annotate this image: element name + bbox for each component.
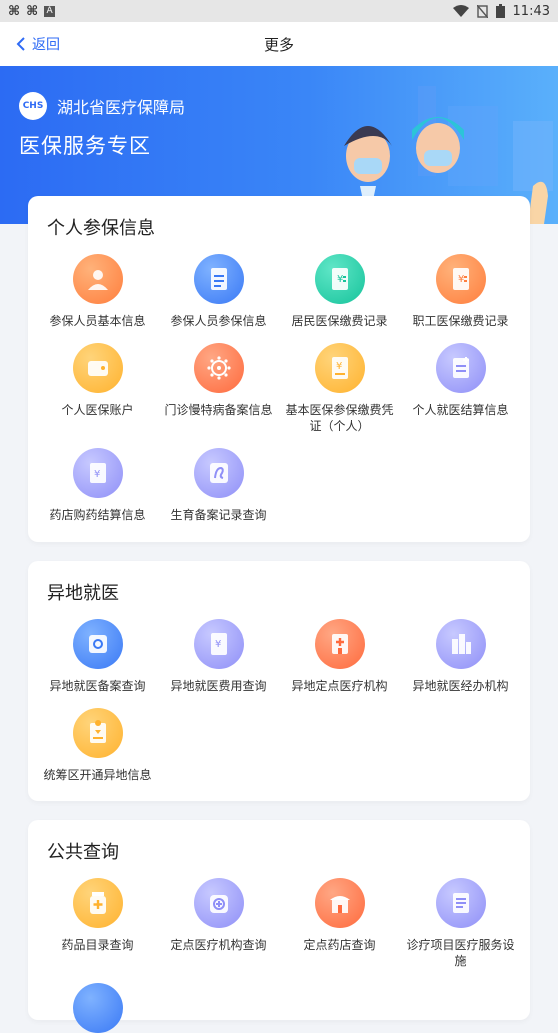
settlement-icon <box>435 343 486 393</box>
grid-item-label: 个人就医结算信息 <box>412 403 509 417</box>
grid-item-resident-payment[interactable]: ¥ 居民医保缴费记录 <box>279 254 400 329</box>
svg-text:¥: ¥ <box>94 469 100 480</box>
person-icon <box>72 254 123 304</box>
section-title: 公共查询 <box>47 842 119 863</box>
birth-icon <box>193 448 244 498</box>
building-icon <box>435 619 486 669</box>
grid-item-label: 生育备案记录查询 <box>170 508 267 522</box>
wallet-icon <box>72 343 123 393</box>
grid-item-coordination-area[interactable]: 统筹区开通异地信息 <box>37 708 158 783</box>
grid-item-basic-info[interactable]: 参保人员基本信息 <box>37 254 158 329</box>
hospital-icon <box>314 619 365 669</box>
list-icon <box>435 878 486 928</box>
grid-item-designated-institution[interactable]: 定点医疗机构查询 <box>158 878 279 969</box>
svg-text:¥: ¥ <box>336 361 342 372</box>
grid-item-remote-hospital[interactable]: 异地定点医疗机构 <box>279 619 400 694</box>
org-name: 湖北省医疗保障局 <box>57 98 186 117</box>
grid-item-label: 药店购药结算信息 <box>49 508 146 522</box>
status-time: 11:43 <box>512 3 550 19</box>
grid-item-label: 个人医保账户 <box>61 403 134 417</box>
svg-text:¥: ¥ <box>337 274 343 285</box>
grid-item-label: 参保人员参保信息 <box>170 314 267 328</box>
grid-item-remote-agency[interactable]: 异地就医经办机构 <box>400 619 521 694</box>
section-card-public: 公共查询 药品目录查询 定点医疗机构查询 定点药店查询 诊疗项目医疗服务设施 <box>28 820 530 1033</box>
nav-bar: 返回 更多 <box>0 22 558 66</box>
back-button[interactable]: 返回 <box>16 22 60 66</box>
grid-item-designated-pharmacy[interactable]: 定点药店查询 <box>279 878 400 969</box>
section-grid: 异地就医备案查询 ¥ 异地就医费用查询 异地定点医疗机构 异地就医经办机构 统筹… <box>28 619 530 783</box>
medicine-icon <box>72 878 123 928</box>
section-card-personal: 个人参保信息 参保人员基本信息 参保人员参保信息 ¥ 居民医保缴费记录 ¥ 职工… <box>28 196 530 542</box>
grid-item-partial[interactable] <box>37 983 158 1033</box>
virus-icon <box>193 343 244 393</box>
section-grid: 药品目录查询 定点医疗机构查询 定点药店查询 诊疗项目医疗服务设施 <box>28 878 530 1033</box>
grid-item-label: 统筹区开通异地信息 <box>43 768 152 782</box>
notification-icon: A <box>44 5 56 17</box>
wifi-icon <box>452 5 469 17</box>
section-card-remote: 异地就医 异地就医备案查询 ¥ 异地就医费用查询 异地定点医疗机构 异地就医经办… <box>28 561 530 801</box>
app-icon-2: ⌘ <box>26 3 39 19</box>
pharmacy-bill-icon: ¥ <box>72 448 123 498</box>
grid-item-settlement-info[interactable]: 个人就医结算信息 <box>400 343 521 434</box>
page-title: 更多 <box>263 35 294 54</box>
document-icon <box>193 254 244 304</box>
grid-item-label: 定点药店查询 <box>303 938 376 952</box>
grid-item-pharmacy-settlement[interactable]: ¥ 药店购药结算信息 <box>37 448 158 523</box>
section-title: 异地就医 <box>47 583 119 604</box>
fee-icon: ¥ <box>193 619 244 669</box>
grid-item-label: 异地就医费用查询 <box>170 679 267 693</box>
section-grid: 参保人员基本信息 参保人员参保信息 ¥ 居民医保缴费记录 ¥ 职工医保缴费记录 … <box>28 254 530 523</box>
status-bar: ⌘ ⌘ A 11:43 <box>0 0 558 22</box>
receipt-icon: ¥ <box>314 254 365 304</box>
svg-text:¥: ¥ <box>215 639 221 650</box>
record-icon <box>72 619 123 669</box>
medical-kit-icon <box>193 878 244 928</box>
back-label: 返回 <box>32 37 60 53</box>
app-icon-1: ⌘ <box>8 3 21 19</box>
grid-item-label: 药品目录查询 <box>61 938 134 952</box>
grid-item-employee-payment[interactable]: ¥ 职工医保缴费记录 <box>400 254 521 329</box>
chevron-left-icon <box>16 37 25 51</box>
battery-icon <box>495 4 505 18</box>
status-right-icons: 11:43 <box>452 3 550 19</box>
grid-item-insurance-info[interactable]: 参保人员参保信息 <box>158 254 279 329</box>
section-title: 个人参保信息 <box>47 218 155 239</box>
grid-item-label: 参保人员基本信息 <box>49 314 146 328</box>
receipt-icon: ¥ <box>435 254 486 304</box>
grid-item-chronic-disease[interactable]: 门诊慢特病备案信息 <box>158 343 279 434</box>
banner-title: 医保服务专区 <box>19 134 151 158</box>
grid-item-label: 定点医疗机构查询 <box>170 938 267 952</box>
grid-item-treatment-items[interactable]: 诊疗项目医疗服务设施 <box>400 878 521 969</box>
grid-item-label: 诊疗项目医疗服务设施 <box>406 938 515 968</box>
no-sim-icon <box>476 4 488 18</box>
partial-icon <box>72 983 123 1033</box>
grid-item-label: 居民医保缴费记录 <box>291 314 388 328</box>
grid-item-label: 基本医保参保缴费凭证（个人） <box>285 403 394 433</box>
voucher-icon: ¥ <box>314 343 365 393</box>
grid-item-label: 职工医保缴费记录 <box>412 314 509 328</box>
grid-item-birth-record[interactable]: 生育备案记录查询 <box>158 448 279 523</box>
status-left-icons: ⌘ ⌘ A <box>8 3 56 19</box>
grid-item-payment-voucher[interactable]: ¥ 基本医保参保缴费凭证（个人） <box>279 343 400 434</box>
grid-item-remote-fee[interactable]: ¥ 异地就医费用查询 <box>158 619 279 694</box>
grid-item-remote-record[interactable]: 异地就医备案查询 <box>37 619 158 694</box>
store-icon <box>314 878 365 928</box>
grid-item-label: 门诊慢特病备案信息 <box>164 403 273 417</box>
grid-item-drug-catalog[interactable]: 药品目录查询 <box>37 878 158 969</box>
grid-item-label: 异地定点医疗机构 <box>291 679 388 693</box>
grid-item-label: 异地就医经办机构 <box>412 679 509 693</box>
location-doc-icon <box>72 708 123 758</box>
grid-item-personal-account[interactable]: 个人医保账户 <box>37 343 158 434</box>
org-logo: CHS <box>19 92 47 120</box>
grid-item-label: 异地就医备案查询 <box>49 679 146 693</box>
svg-text:¥: ¥ <box>458 274 464 285</box>
org-row: CHS 湖北省医疗保障局 <box>19 92 185 120</box>
